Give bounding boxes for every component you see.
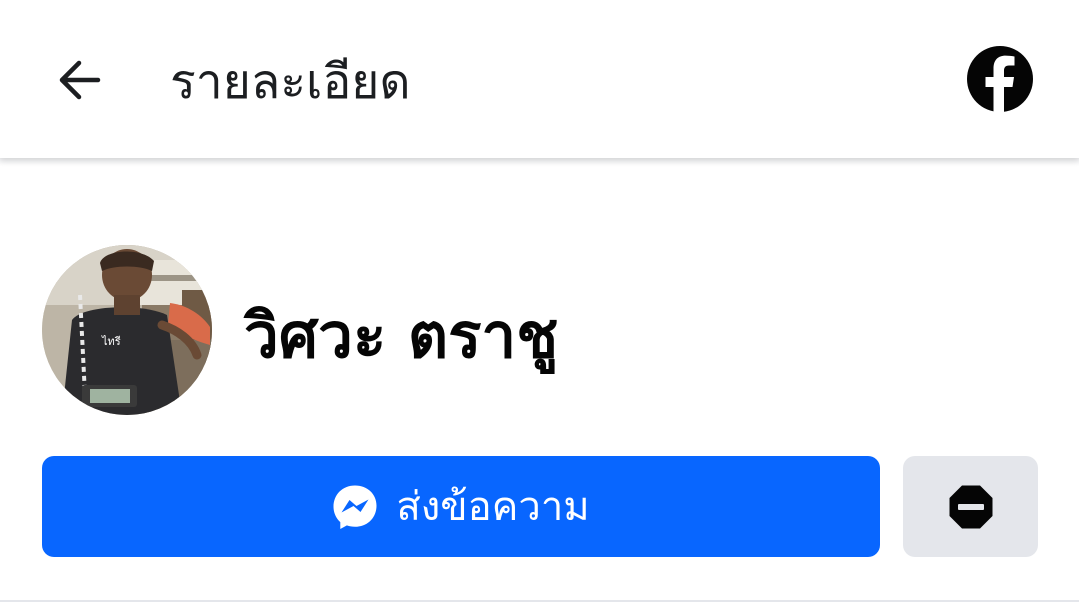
page-title: รายละเอียด [170, 54, 411, 110]
profile-photo: ไทรี [42, 245, 212, 415]
avatar[interactable]: ไทรี [42, 245, 212, 415]
send-message-label: ส่งข้อความ [396, 483, 590, 530]
facebook-icon [967, 46, 1033, 113]
section-divider [0, 600, 1079, 602]
facebook-button[interactable] [966, 45, 1034, 113]
messenger-icon [333, 485, 377, 529]
send-message-button[interactable]: ส่งข้อความ [42, 456, 880, 557]
profile-name: วิศวะ ตราชู [244, 299, 559, 372]
back-button[interactable] [48, 50, 112, 110]
svg-text:ไทรี: ไทรี [101, 335, 121, 348]
top-app-bar: รายละเอียด [0, 0, 1079, 158]
header-shadow [0, 158, 1079, 166]
block-icon [949, 485, 992, 528]
block-button[interactable] [903, 456, 1038, 557]
arrow-left-icon [59, 60, 101, 100]
profile-details-screen: รายละเอียด ไทรี วิศวะ ตราชู ส่งข้อความ [0, 0, 1079, 608]
